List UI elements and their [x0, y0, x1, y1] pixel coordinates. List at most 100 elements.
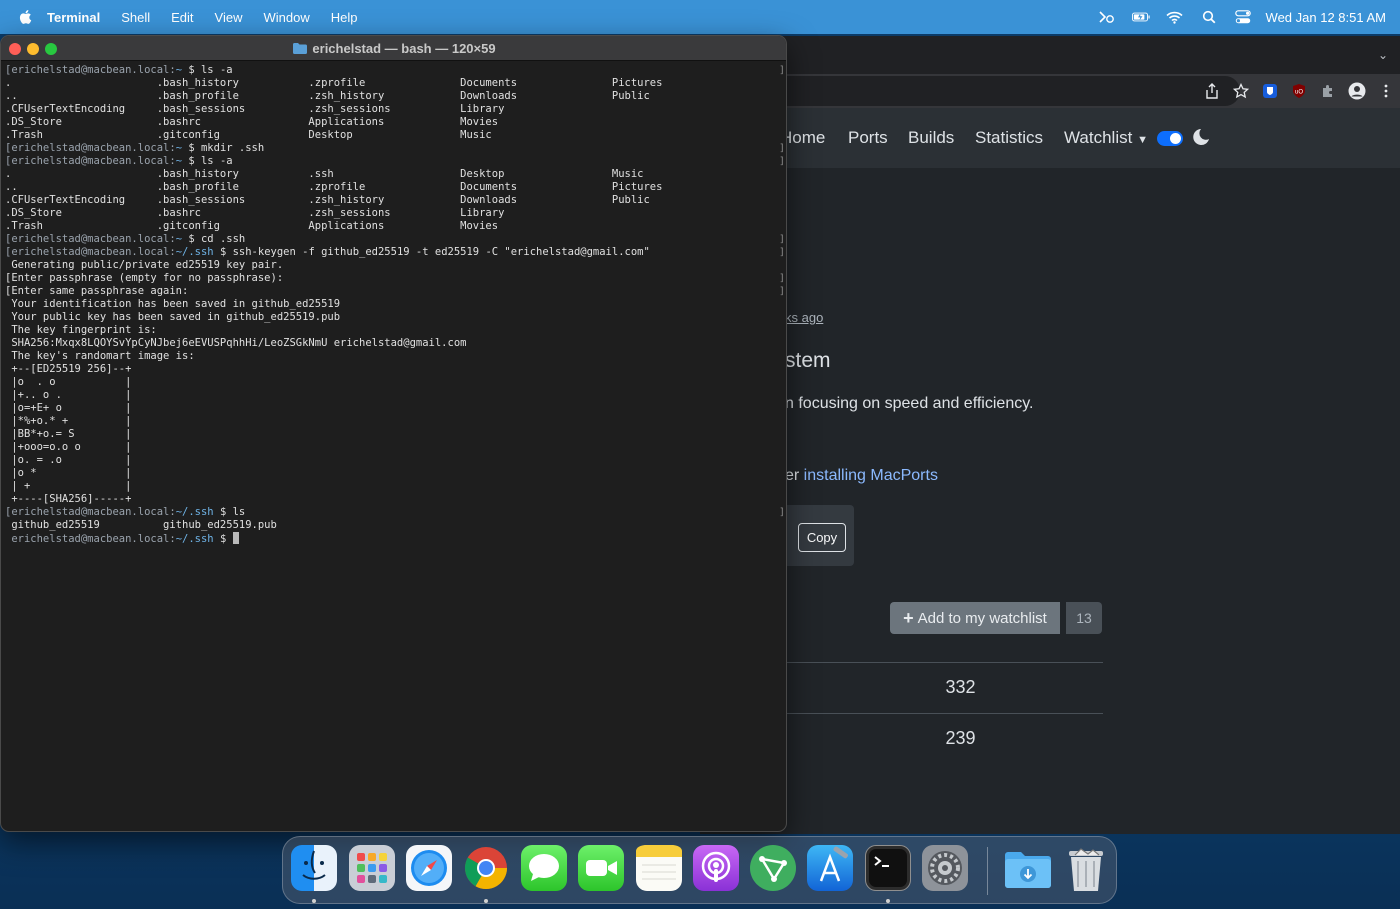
terminal-command-line: [erichelstad@macbean.local:~ $ mkdir .ss… [5, 142, 785, 155]
apple-menu-icon[interactable] [17, 8, 35, 26]
output-text: .CFUserTextEncoding .bash_sessions .zsh_… [5, 194, 650, 206]
terminal-output-line: Your identification has been saved in gi… [5, 298, 785, 311]
output-text: |+.. o . | [5, 389, 132, 401]
tab-search-chevron-icon[interactable]: ⌄ [1378, 48, 1388, 62]
control-center-icon[interactable] [1234, 8, 1252, 26]
ublock-extension-icon[interactable]: uO [1284, 80, 1313, 102]
terminal-output-line: [Enter same passphrase again: [5, 285, 785, 298]
terminal-command-line: [erichelstad@macbean.local:~ $ ls -a [5, 155, 785, 168]
output-text: Your public key has been saved in github… [5, 311, 341, 323]
install-prefix: er [785, 467, 804, 484]
prompt-path: ~/.ssh [175, 506, 214, 518]
home-folder-icon [293, 43, 308, 54]
extensions-puzzle-icon[interactable] [1313, 80, 1342, 102]
output-text: |o. = .o | [5, 454, 132, 466]
terminal-command-line: [erichelstad@macbean.local:~/.ssh $ ls [5, 506, 785, 519]
moon-icon [1193, 129, 1209, 145]
output-text: .CFUserTextEncoding .bash_sessions .zsh_… [5, 103, 505, 115]
output-text: |+ooo=o.o o | [5, 441, 132, 453]
trash-icon[interactable] [1063, 845, 1109, 891]
menu-shell[interactable]: Shell [121, 10, 150, 25]
podcasts-icon[interactable] [693, 845, 739, 891]
terminal-margin-mark: ] [778, 234, 785, 245]
shell-prompt: erichelstad@macbean.local: [5, 533, 176, 545]
output-text: .Trash .gitconfig Desktop Music [5, 129, 492, 141]
output-text: github_ed25519 github_ed25519.pub [5, 519, 277, 531]
battery-icon[interactable] [1131, 8, 1150, 26]
output-text: |o * | [5, 467, 132, 479]
terminal-command-line: erichelstad@macbean.local:~/.ssh $ [5, 532, 785, 545]
terminal-output-line: |*%+o.* + | [5, 415, 785, 428]
menu-edit[interactable]: Edit [171, 10, 193, 25]
terminal-margin-mark: ] [778, 65, 785, 76]
nav-watchlist-label: Watchlist [1064, 128, 1133, 147]
spotlight-search-icon[interactable] [1200, 8, 1218, 26]
installing-macports-link[interactable]: installing MacPorts [804, 467, 938, 484]
vpn-status-icon[interactable] [1098, 8, 1116, 26]
svg-text:uO: uO [1294, 90, 1302, 96]
wifi-icon[interactable] [1166, 8, 1184, 26]
menu-view[interactable]: View [215, 10, 243, 25]
safari-icon[interactable] [406, 845, 452, 891]
finder-icon[interactable] [291, 845, 337, 891]
shell-prompt: [erichelstad@macbean.local: [5, 506, 176, 518]
terminal-output-line: .DS_Store .bashrc .zsh_sessions Library [5, 207, 785, 220]
output-text: |o=+E+ o | [5, 402, 132, 414]
terminal-output-line: github_ed25519 github_ed25519.pub [5, 519, 785, 532]
terminal-title-text: erichelstad — bash — 120×59 [312, 41, 496, 56]
add-to-watchlist-button[interactable]: + Add to my watchlist [890, 602, 1060, 634]
terminal-icon[interactable] [865, 845, 911, 891]
command-text: $ cd .ssh [182, 233, 246, 245]
bitwarden-extension-icon[interactable] [1255, 80, 1284, 102]
output-text: |o . o | [5, 376, 132, 388]
system-preferences-icon[interactable] [922, 845, 968, 891]
output-text: . .bash_history .zprofile Documents Pict… [5, 77, 663, 89]
nav-builds[interactable]: Builds [908, 128, 954, 148]
terminal-output-line: |o=+E+ o | [5, 402, 785, 415]
menu-help[interactable]: Help [331, 10, 358, 25]
terminal-margin-mark: ] [778, 156, 785, 167]
table-divider [785, 662, 1103, 663]
prompt-path: ~/.ssh [175, 533, 214, 545]
updated-link[interactable]: ks ago [785, 310, 823, 325]
copy-button[interactable]: Copy [798, 523, 846, 552]
terminal-output-line: The key fingerprint is: [5, 324, 785, 337]
output-text: The key fingerprint is: [5, 324, 157, 336]
output-text: |BB*+o.= S | [5, 428, 132, 440]
output-text: +----[SHA256]-----+ [5, 493, 132, 505]
theme-toggle-switch[interactable] [1157, 131, 1183, 146]
terminal-output-line: .Trash .gitconfig Applications Movies [5, 220, 785, 233]
terminal-output-line: |BB*+o.= S | [5, 428, 785, 441]
chrome-icon[interactable] [463, 845, 509, 891]
terminal-titlebar[interactable]: erichelstad — bash — 120×59 [1, 36, 786, 61]
shell-prompt: [erichelstad@macbean.local: [5, 155, 176, 167]
nav-statistics[interactable]: Statistics [975, 128, 1043, 148]
dock-separator [987, 847, 988, 895]
notes-icon[interactable] [636, 845, 682, 891]
terminal-output-line: +----[SHA256]-----+ [5, 493, 785, 506]
facetime-icon[interactable] [578, 845, 624, 891]
launchpad-icon[interactable] [349, 845, 395, 891]
terminal-output-line: .. .bash_profile .zprofile Documents Pic… [5, 181, 785, 194]
terminal-command-line: [erichelstad@macbean.local:~ $ cd .ssh [5, 233, 785, 246]
menu-window[interactable]: Window [264, 10, 310, 25]
nav-watchlist[interactable]: Watchlist ▼ [1064, 128, 1148, 148]
profile-avatar-icon[interactable] [1342, 80, 1371, 102]
terminal-output-line: SHA256:Mxqx8LQOYSvYpCyNJbej6eEVUSPqhhHi/… [5, 337, 785, 350]
terminal-window: erichelstad — bash — 120×59 [erichelstad… [0, 35, 787, 832]
output-text: [Enter passphrase (empty for no passphra… [5, 272, 284, 284]
bookmark-star-icon[interactable] [1226, 80, 1255, 102]
menu-app-terminal[interactable]: Terminal [47, 10, 100, 25]
downloads-folder-icon[interactable] [1003, 845, 1051, 891]
nav-ports[interactable]: Ports [848, 128, 888, 148]
browser-menu-icon[interactable] [1371, 80, 1400, 102]
terminal-output[interactable]: [erichelstad@macbean.local:~ $ ls -a. .b… [5, 64, 785, 545]
xcode-icon[interactable] [807, 845, 853, 891]
terminal-output-line: Generating public/private ed25519 key pa… [5, 259, 785, 272]
messages-icon[interactable] [521, 845, 567, 891]
menu-bar-clock[interactable]: Wed Jan 12 8:51 AM [1266, 10, 1386, 25]
output-text: . .bash_history .ssh Desktop Music [5, 168, 644, 180]
share-icon[interactable] [1197, 80, 1226, 102]
vector-app-icon[interactable] [750, 845, 796, 891]
terminal-output-line: . .bash_history .zprofile Documents Pict… [5, 77, 785, 90]
